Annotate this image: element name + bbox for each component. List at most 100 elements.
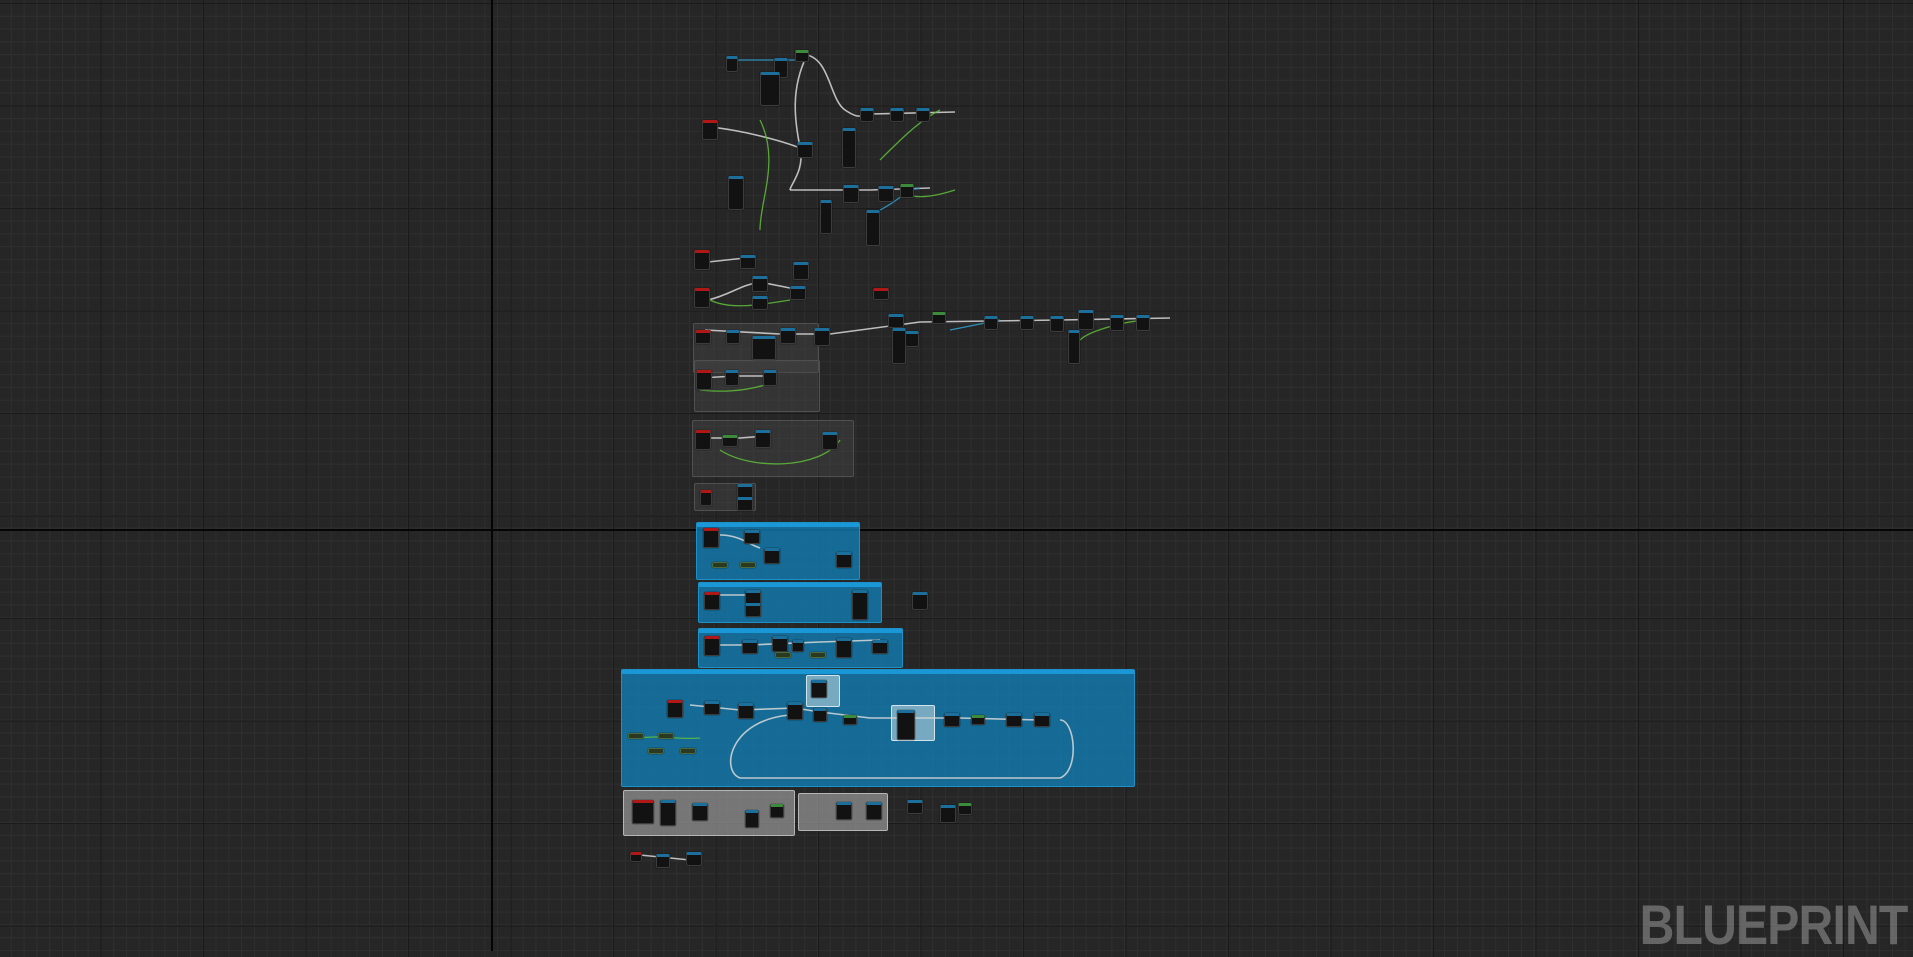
function-node[interactable] (1006, 713, 1022, 727)
event-node[interactable] (667, 700, 683, 718)
function-node[interactable] (752, 296, 768, 310)
variable-node[interactable] (712, 562, 728, 568)
pure-node[interactable] (795, 50, 809, 62)
function-node[interactable] (1034, 713, 1050, 727)
pure-node[interactable] (932, 312, 946, 324)
comment-box[interactable] (621, 669, 1135, 787)
function-node[interactable] (813, 708, 827, 722)
function-node[interactable] (660, 800, 676, 826)
function-node[interactable] (836, 802, 852, 820)
function-node[interactable] (888, 314, 904, 328)
function-node[interactable] (745, 810, 759, 828)
comment-box[interactable] (694, 360, 820, 412)
pure-node[interactable] (900, 184, 914, 198)
function-node[interactable] (811, 680, 827, 698)
variable-node[interactable] (628, 733, 644, 739)
function-node[interactable] (780, 328, 796, 344)
function-node[interactable] (866, 802, 882, 820)
function-node[interactable] (860, 108, 874, 122)
pure-node[interactable] (770, 804, 784, 818)
function-node[interactable] (726, 56, 738, 72)
event-node[interactable] (702, 120, 718, 140)
function-node[interactable] (843, 185, 859, 203)
pure-node[interactable] (843, 715, 857, 725)
function-node[interactable] (1050, 316, 1064, 332)
function-node[interactable] (787, 702, 803, 720)
event-node[interactable] (694, 250, 710, 270)
function-node[interactable] (944, 713, 960, 727)
variable-node[interactable] (648, 748, 664, 754)
event-node[interactable] (873, 288, 889, 300)
event-node[interactable] (703, 528, 719, 548)
function-node[interactable] (755, 430, 771, 448)
function-node[interactable] (907, 800, 923, 814)
event-node[interactable] (704, 592, 720, 610)
function-node[interactable] (1068, 330, 1080, 364)
function-node[interactable] (745, 603, 761, 617)
function-node[interactable] (738, 703, 754, 719)
function-node[interactable] (836, 638, 852, 658)
function-node[interactable] (866, 210, 880, 246)
function-node[interactable] (940, 805, 956, 823)
function-node[interactable] (984, 316, 998, 330)
function-node[interactable] (836, 552, 852, 568)
function-node[interactable] (704, 701, 720, 715)
pure-node[interactable] (971, 715, 985, 725)
blueprint-graph-canvas[interactable]: BLUEPRINT (0, 0, 1913, 956)
pure-node[interactable] (722, 435, 738, 447)
function-node[interactable] (1136, 315, 1150, 331)
function-node[interactable] (692, 803, 708, 821)
function-node[interactable] (737, 484, 753, 498)
function-node[interactable] (745, 590, 761, 604)
variable-node[interactable] (680, 748, 696, 754)
variable-node[interactable] (658, 733, 674, 739)
function-node[interactable] (897, 710, 915, 740)
event-node[interactable] (632, 800, 654, 824)
event-node[interactable] (704, 636, 720, 656)
function-node[interactable] (760, 72, 780, 106)
function-node[interactable] (790, 286, 806, 300)
function-node[interactable] (797, 142, 813, 158)
function-node[interactable] (793, 262, 809, 280)
function-node[interactable] (1078, 310, 1094, 330)
pure-node[interactable] (958, 803, 972, 815)
function-node[interactable] (1020, 316, 1034, 330)
function-node[interactable] (764, 548, 780, 564)
function-node[interactable] (737, 497, 753, 511)
variable-node[interactable] (810, 652, 826, 658)
function-node[interactable] (763, 370, 777, 386)
function-node[interactable] (905, 331, 919, 347)
function-node[interactable] (726, 330, 740, 344)
variable-node[interactable] (775, 652, 791, 658)
function-node[interactable] (822, 432, 838, 450)
event-node[interactable] (696, 370, 712, 390)
function-node[interactable] (842, 128, 856, 168)
event-node[interactable] (695, 430, 711, 450)
function-node[interactable] (872, 640, 888, 654)
variable-node[interactable] (740, 562, 756, 568)
function-node[interactable] (916, 108, 930, 122)
function-node[interactable] (820, 200, 832, 234)
event-node[interactable] (700, 490, 712, 506)
function-node[interactable] (772, 636, 788, 652)
function-node[interactable] (744, 530, 760, 544)
function-node[interactable] (656, 854, 670, 868)
function-node[interactable] (892, 328, 906, 364)
function-node[interactable] (686, 852, 702, 866)
function-node[interactable] (740, 255, 756, 269)
event-node[interactable] (630, 852, 642, 862)
function-node[interactable] (725, 370, 739, 386)
function-node[interactable] (890, 108, 904, 122)
function-node[interactable] (742, 640, 758, 654)
function-node[interactable] (1110, 315, 1124, 331)
function-node[interactable] (852, 590, 868, 620)
event-node[interactable] (694, 288, 710, 308)
function-node[interactable] (752, 276, 768, 292)
function-node[interactable] (878, 186, 894, 202)
function-node[interactable] (814, 328, 830, 346)
event-node[interactable] (695, 330, 711, 344)
function-node[interactable] (752, 336, 776, 360)
function-node[interactable] (912, 592, 928, 610)
function-node[interactable] (728, 176, 744, 210)
function-node[interactable] (792, 640, 804, 652)
